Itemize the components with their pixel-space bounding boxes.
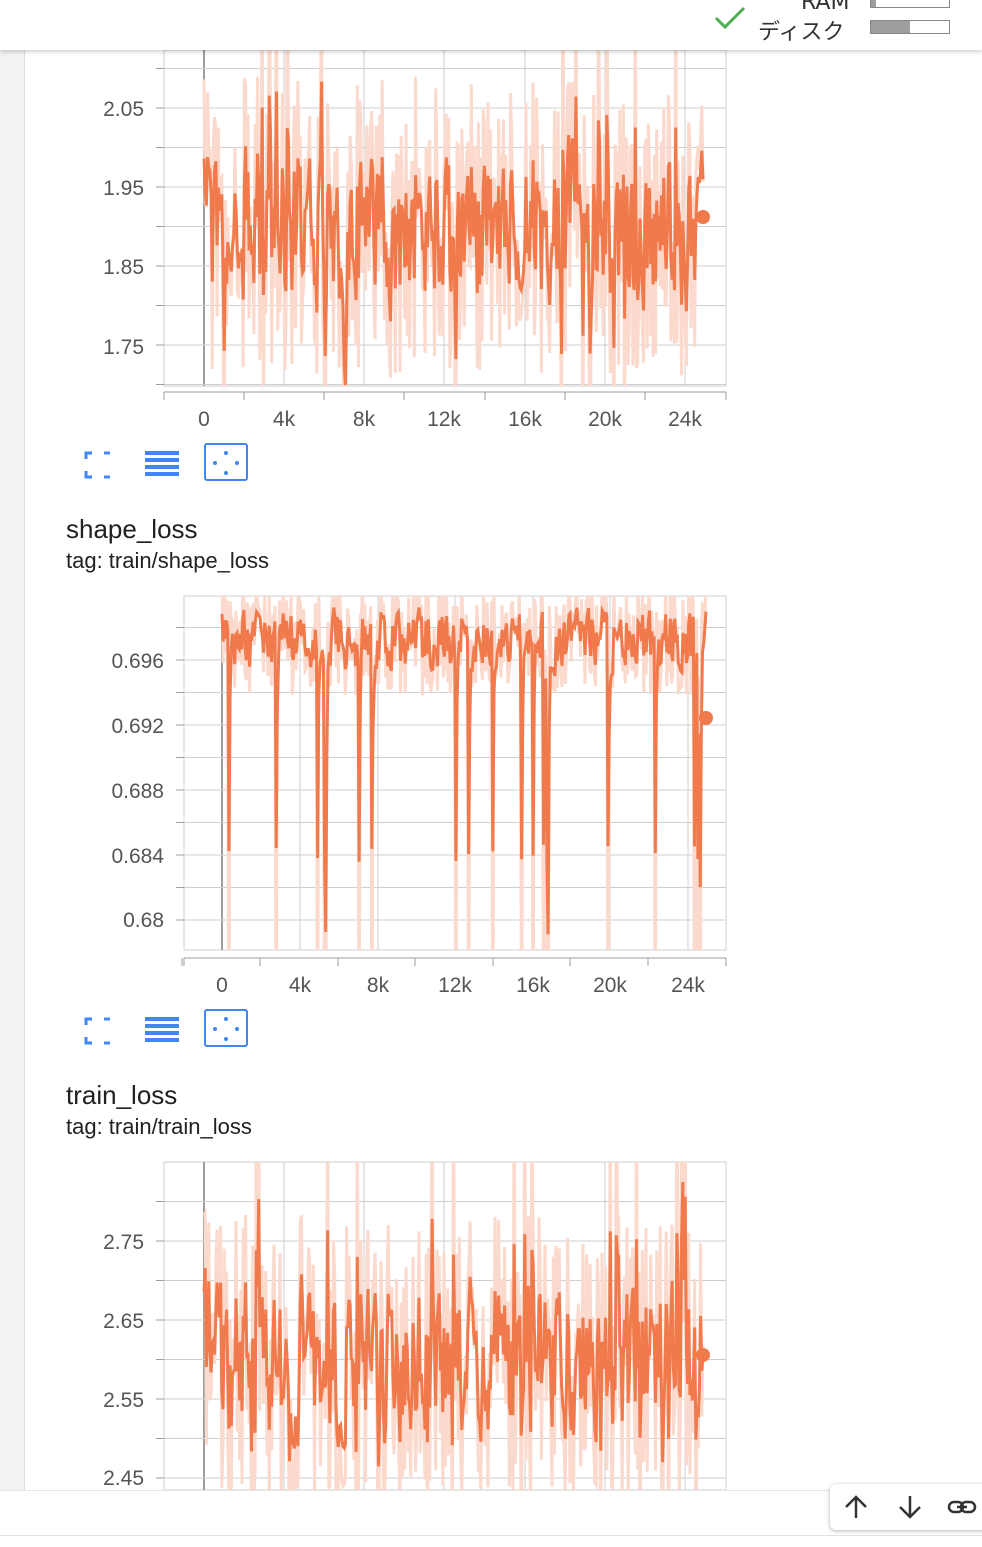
y-tick-label: 2.65 [103, 1310, 144, 1333]
ram-meter [870, 0, 950, 8]
page-nav-controls [830, 1484, 982, 1530]
arrow-down-icon[interactable] [894, 1492, 926, 1522]
y-tick-label: 2.55 [103, 1389, 144, 1412]
ram-meter-fill [871, 0, 876, 7]
check-icon [714, 6, 746, 30]
resource-status-bar: RAM ディスク [0, 0, 982, 50]
divider [0, 1535, 982, 1536]
last-value-point[interactable] [696, 1348, 710, 1362]
disk-meter [870, 20, 950, 34]
link-icon[interactable] [946, 1492, 978, 1522]
disk-label: ディスク [758, 20, 845, 45]
ram-label: RAM [801, 0, 850, 15]
chart-plot: 2.75 2.65 2.55 2.45 [103, 1161, 727, 1491]
y-tick-label: 2.75 [103, 1231, 144, 1254]
arrow-up-icon[interactable] [840, 1492, 872, 1522]
y-tick-label: 2.45 [103, 1467, 144, 1490]
disk-meter-fill [871, 21, 910, 33]
series-group [202, 1162, 705, 1490]
